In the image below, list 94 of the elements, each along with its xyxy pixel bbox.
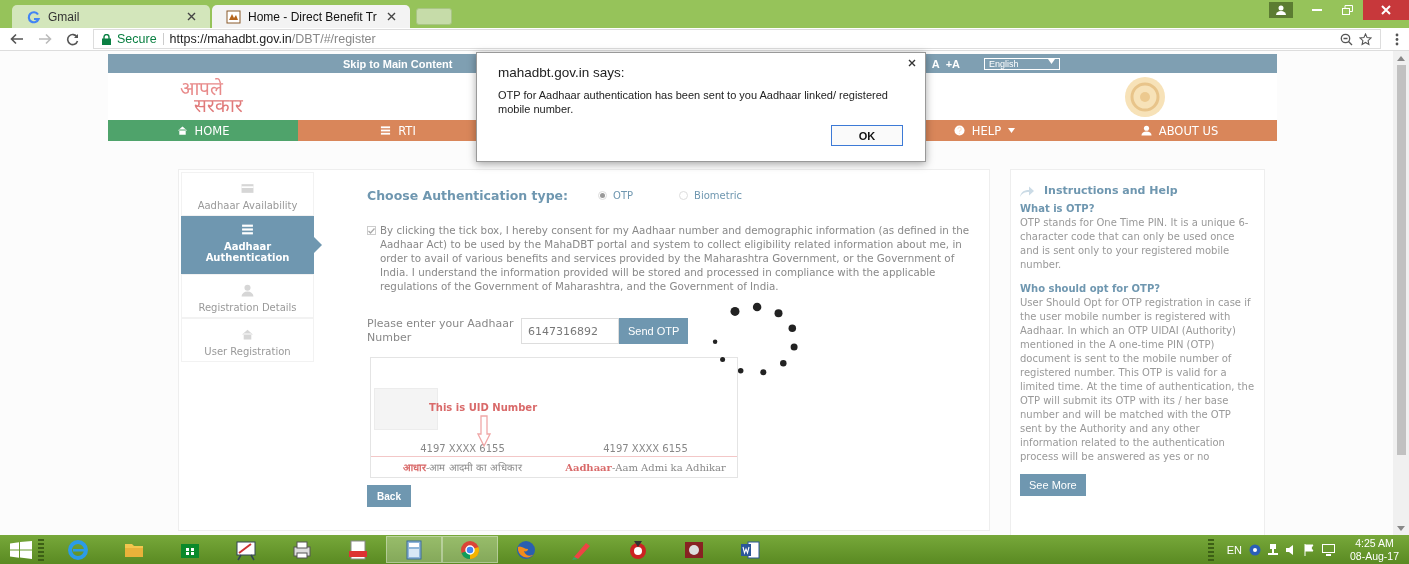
- scroll-down-icon[interactable]: [1397, 526, 1405, 532]
- language-select[interactable]: English: [984, 57, 1060, 70]
- profile-button[interactable]: [1269, 2, 1293, 18]
- uid-caption: This is UID Number: [429, 402, 538, 413]
- word-document-icon: [739, 538, 761, 561]
- clock[interactable]: 4:25 AM 08-Aug-17: [1349, 536, 1399, 563]
- logo-text: आपले: [180, 79, 224, 97]
- home-icon: [241, 328, 254, 341]
- fox-globe-icon: [515, 538, 537, 561]
- dialog-message: OTP for Aadhaar authentication has been sent to you Aadhaar linked/ registered mobile number.: [498, 88, 888, 116]
- browser-tab[interactable]: Home - Direct Benefit Tr: [212, 5, 410, 28]
- aadhaar-label: Please enter your Aadhaar Number: [367, 317, 515, 345]
- list-icon: [380, 125, 392, 136]
- radio-label: OTP: [613, 190, 634, 201]
- scrollbar[interactable]: [1393, 51, 1409, 535]
- close-icon[interactable]: [187, 12, 196, 21]
- nav-item[interactable]: ABOUT US: [1082, 120, 1277, 141]
- pointer-arrow: [314, 237, 322, 253]
- emblem-icon: [226, 9, 241, 24]
- scrollbar-thumb[interactable]: [1396, 65, 1406, 455]
- menu-icon[interactable]: [1395, 32, 1399, 46]
- close-icon[interactable]: [387, 12, 396, 21]
- ok-button[interactable]: OK: [831, 125, 903, 146]
- question-icon: [953, 125, 965, 136]
- back-icon[interactable]: [10, 33, 24, 45]
- easel-icon: [235, 538, 257, 561]
- step-tab[interactable]: Aadhaar Authentication: [181, 216, 314, 274]
- g-logo-icon: [26, 9, 41, 24]
- card-icon: [241, 182, 254, 195]
- browser-e-icon: [67, 538, 89, 561]
- help-heading: Who should opt for OTP?: [1020, 282, 1161, 296]
- close-button[interactable]: [1363, 0, 1409, 20]
- zoom-out-icon[interactable]: [1340, 32, 1353, 46]
- scroll-up-icon[interactable]: [1397, 55, 1405, 61]
- taskbar-button[interactable]: [386, 536, 442, 563]
- help-heading: What is OTP?: [1020, 202, 1096, 216]
- close-icon: [1381, 5, 1391, 15]
- font-size-control[interactable]: A: [931, 57, 940, 70]
- uid-number: 4197 XXXX 6155: [603, 443, 688, 454]
- send-otp-button[interactable]: Send OTP: [619, 318, 689, 344]
- step-tab[interactable]: Registration Details: [181, 274, 314, 318]
- download-disc-icon: [627, 538, 649, 561]
- step-tab[interactable]: User Registration: [181, 318, 314, 362]
- user-icon: [241, 284, 254, 297]
- browser-tab[interactable]: Gmail: [12, 5, 210, 28]
- flag-icon[interactable]: [1303, 543, 1315, 556]
- minimize-icon: [1312, 9, 1322, 11]
- star-icon[interactable]: [1359, 32, 1372, 46]
- help-title: Instructions and Help: [1044, 184, 1178, 198]
- secure-label: Secure: [117, 32, 157, 46]
- network-icon[interactable]: [1267, 543, 1278, 556]
- font-size-control[interactable]: +A: [945, 57, 960, 70]
- url-text: https://mahadbt.gov.in/DBT/#/register: [169, 32, 376, 46]
- dialog-title: mahadbt.gov.in says:: [498, 65, 626, 80]
- windows-logo-icon[interactable]: [10, 540, 32, 559]
- uid-number: 4197 XXXX 6155: [420, 443, 505, 454]
- radio-label: Biometric: [694, 190, 743, 201]
- tab-title: Home - Direct Benefit Tr: [248, 9, 378, 24]
- consent-text: By clicking the tick box, I hereby consent for my Aadhaar number and demographic information (as defined in the Aadhaar Act) to be used by the MahaDBT portal and system to collect eligibility related information about me, in order to avail of various benefits and services provided by the Maharashtra Government, or the Government of India. I understand the information provided will be stored and processed in compliance with the applicable regulations of the Government of Maharashtra, and the Government of India.: [380, 223, 971, 293]
- nav-item[interactable]: HOME: [108, 120, 298, 141]
- emblem-drawing: [1123, 74, 1167, 119]
- restore-icon: [1341, 5, 1353, 15]
- aadhaar-input[interactable]: 6147316892: [521, 318, 619, 344]
- calculator-icon: [403, 538, 425, 561]
- list-icon: [241, 223, 254, 236]
- help-text: User Should Opt for OTP registration in case if the user mobile number is registered with Aadhaar. In which an OTP UIDAI (Authority) mentioned in the A one-time PIN (OTP) document is sent to the mobile number of registered number. This OTP is valid for a limited time. At the time of authentication, the OTP will submit its OTP with its / her base number and will be matched with the OTP sent by the Authority and any other information related to the authentication process will be answered as yes or no: [1020, 296, 1255, 464]
- back-button[interactable]: Back: [367, 485, 411, 507]
- card-slogan: Aadhaar-Aam Admi ka Adhikar: [564, 461, 727, 473]
- user-icon: [1276, 5, 1286, 15]
- lock-icon: [102, 33, 111, 45]
- chrome-ball-icon: [459, 538, 481, 561]
- help-text: OTP stands for One Time PIN. It is a unique 6-character code that can only be used once and is sent only to your registered mobile number.: [1020, 216, 1250, 272]
- skip-link[interactable]: Skip to Main Content: [343, 57, 453, 70]
- taskbar-button[interactable]: [442, 536, 498, 563]
- close-icon[interactable]: [908, 59, 916, 67]
- printer-icon: [291, 538, 313, 561]
- share-arrow-icon: [1020, 185, 1034, 197]
- caret-icon: [1048, 58, 1055, 64]
- user-icon: [1140, 125, 1152, 136]
- tab-title: Gmail: [48, 9, 81, 24]
- address-bar[interactable]: Secure https://mahadbt.gov.in/DBT/#/register: [93, 29, 1381, 49]
- card-slogan: आधार-आम आदमी का अधिकार: [402, 461, 523, 474]
- display-icon[interactable]: [1321, 543, 1335, 556]
- help-icon[interactable]: [1248, 543, 1261, 556]
- auth-type-label: Choose Authentication type:: [367, 188, 569, 203]
- step-tab[interactable]: Aadhaar Availability: [181, 172, 314, 216]
- language-indicator[interactable]: EN: [1226, 543, 1242, 556]
- logo-text: सरकार: [194, 96, 243, 114]
- pdf-document-icon: [347, 538, 369, 561]
- home-icon: [176, 125, 188, 136]
- see-more-button[interactable]: See More: [1020, 474, 1086, 496]
- nav-item[interactable]: RTI: [298, 120, 498, 141]
- reload-icon[interactable]: [66, 32, 79, 46]
- consent-checkbox[interactable]: [367, 226, 376, 235]
